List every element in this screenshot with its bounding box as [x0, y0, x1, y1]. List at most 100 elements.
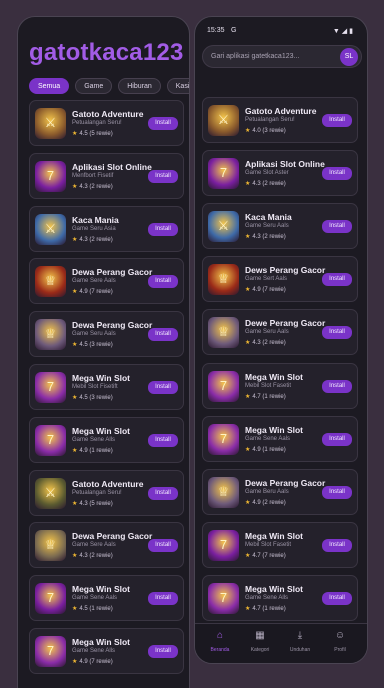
app-icon-thumbnail[interactable]: ♕ — [35, 266, 66, 298]
app-card[interactable]: 7 Mega Win Slot Game Sene Aals ★ 4.5 (1 rewi… — [29, 575, 184, 622]
grid-icon: ▦ — [255, 630, 265, 641]
app-card[interactable]: 7 Mega Win Slot Game Sene Alls ★ 4.7 (1 rewi… — [202, 574, 358, 621]
install-button[interactable]: Install — [148, 275, 178, 289]
app-icon-thumbnail[interactable]: ⚔ — [35, 108, 66, 139]
chip-hiburan[interactable]: Hiburan — [118, 78, 161, 94]
tab-unduhan[interactable]: ⤓ Unduhan — [281, 630, 319, 653]
rating-value: 4.3 — [79, 500, 88, 507]
app-card[interactable]: 7 Mega Win Slot Mebil Slot Fisetift ★ 4.5 (3… — [29, 364, 184, 410]
install-button[interactable]: Install — [148, 592, 178, 606]
app-subtitle: Game Seru Aals — [72, 331, 116, 338]
app-card[interactable]: ♕ Dewa Perang Gacor Game Beru Aals ★ 4.9 (2 … — [202, 468, 358, 515]
install-button[interactable]: Install — [322, 114, 352, 127]
app-card[interactable]: 7 Mega Win Slot Mebil Slot Fasetit ★ 4.7 (7 … — [202, 521, 358, 568]
app-icon-thumbnail[interactable]: 7 — [208, 158, 239, 190]
review-count: (7 rewie) — [89, 289, 113, 296]
app-card[interactable]: 7 Mega Win Slot Game Sene Alls ★ 4.9 (7 rewi… — [29, 628, 184, 674]
star-icon: ★ — [72, 342, 78, 349]
install-button[interactable]: Install — [148, 169, 178, 183]
rating-value: 4.7 — [252, 552, 261, 559]
app-icon-thumbnail[interactable]: 7 — [208, 370, 239, 402]
app-icon-thumbnail[interactable]: ⚔ — [35, 213, 66, 245]
install-button[interactable]: Install — [148, 117, 178, 130]
app-icon-thumbnail[interactable]: ⚔ — [208, 211, 239, 243]
app-icon-thumbnail[interactable]: ⚔ — [208, 105, 239, 136]
app-card[interactable]: ⚔ Gatoto Adventure Petualangan Seru! ★ 4.0 (… — [202, 97, 358, 143]
app-card[interactable]: ♕ Dewa Perang Gacor Game Seru Aals ★ 4.5 (3 … — [29, 311, 184, 358]
app-icon-thumbnail[interactable]: ♕ — [35, 530, 66, 562]
install-button[interactable]: Install — [322, 538, 352, 552]
app-subtitle: Game Sene Alls — [245, 594, 289, 601]
chip-semua[interactable]: Semua — [29, 78, 70, 94]
app-rating: ★ 4.0 (3 rewie) — [245, 127, 286, 134]
install-button[interactable]: Install — [148, 433, 178, 447]
app-card[interactable]: 7 Aplikasi Slot Online Game Slot Aster ★ 4.3… — [202, 150, 358, 197]
install-button[interactable]: Install — [148, 381, 178, 394]
install-button[interactable]: Install — [148, 539, 178, 553]
chip-game[interactable]: Game — [75, 78, 113, 94]
app-icon-thumbnail[interactable]: 7 — [208, 582, 239, 614]
install-button[interactable]: Install — [148, 222, 178, 236]
review-count: (2 rewie) — [262, 499, 286, 506]
app-subtitle: Mebil Slot Fasetit — [245, 382, 292, 389]
app-rating: ★ 4.9 (7 rewie) — [245, 286, 286, 293]
tab-beranda[interactable]: ⌂ Beranda — [201, 630, 239, 653]
app-icon-thumbnail[interactable]: 7 — [35, 424, 66, 456]
star-icon: ★ — [245, 552, 251, 559]
review-count: (1 rewie) — [262, 393, 286, 400]
app-card[interactable]: 7 Mega Win Slot Game Sene Aals ★ 4.9 (1 rewi… — [202, 415, 358, 462]
app-icon-thumbnail[interactable]: 7 — [35, 583, 66, 615]
rating-value: 4.7 — [252, 605, 261, 612]
avatar[interactable]: SL — [340, 48, 358, 66]
search-bar[interactable]: Gari aplikasi gatetkaca123... SL — [202, 45, 362, 68]
777-slot-icon: 7 — [46, 167, 55, 183]
review-count: (1 rewie) — [262, 605, 286, 612]
app-title: Kaca Mania — [72, 214, 119, 225]
app-card[interactable]: 7 Mega Win Slot Mebil Slot Fasetit ★ 4.7 (1 … — [202, 362, 358, 409]
install-button[interactable]: Install — [322, 273, 352, 287]
app-card[interactable]: 7 Mega Win Slot Game Sene Alls ★ 4.9 (1 rewi… — [29, 416, 184, 463]
app-icon-thumbnail[interactable]: 7 — [35, 636, 66, 667]
tab-label: Kategori — [250, 647, 270, 653]
777-slot-icon: 7 — [46, 590, 55, 606]
install-button[interactable]: Install — [322, 326, 352, 340]
777-slot-icon: 7 — [219, 589, 228, 605]
install-button[interactable]: Install — [148, 486, 178, 500]
app-card[interactable]: ⚔ Gatoto Adventure Petualangan Seru! ★ 4.5 (… — [29, 100, 184, 146]
app-icon-thumbnail[interactable]: ♕ — [35, 319, 66, 351]
install-button[interactable]: Install — [148, 328, 178, 342]
app-rating: ★ 4.5 (3 rewie) — [72, 341, 113, 348]
app-card[interactable]: ♕ Dewe Perang Gacor Game Seru Aals ★ 4.3 (2 … — [202, 309, 358, 356]
star-icon: ★ — [245, 128, 251, 134]
install-button[interactable]: Install — [322, 379, 352, 393]
install-button[interactable]: Install — [148, 645, 178, 658]
app-card[interactable]: 7 Aplikasi Slot Online Menfbort Fisetif ★ 4.… — [29, 152, 184, 199]
app-icon-thumbnail[interactable]: ♕ — [208, 476, 239, 508]
chip-kasino[interactable]: Kasino — [166, 78, 189, 94]
app-card[interactable]: ♕ Dewa Perang Gacor Game Sere Aals ★ 4.3 (2 … — [29, 522, 184, 569]
app-card[interactable]: ♕ Dewa Perang Gacor Game Sere Aals ★ 4.9 (7 … — [29, 258, 184, 305]
tab-profil[interactable]: ☺ Profil — [321, 630, 359, 653]
app-card[interactable]: ⚔ Kaca Mania Game Seru Aals ★ 4.3 (2 rewie) I… — [202, 203, 358, 250]
app-icon-thumbnail[interactable]: ♕ — [208, 264, 239, 296]
search-input[interactable]: Gari aplikasi gatetkaca123... — [211, 53, 299, 60]
install-button[interactable]: Install — [322, 220, 352, 234]
app-card[interactable]: ⚔ Gatoto Adventure Petualangan Seru! ★ 4.3 (… — [29, 469, 184, 516]
app-title: Mega Win Slot — [72, 425, 131, 436]
install-button[interactable]: Install — [322, 167, 352, 181]
install-button[interactable]: Install — [322, 591, 352, 605]
app-card[interactable]: ♕ Dews Perang Gacor Game Sert Aals ★ 4.9 (7 … — [202, 256, 358, 303]
app-icon-thumbnail[interactable]: 7 — [35, 372, 66, 403]
tab-label: Unduhan — [289, 647, 311, 653]
star-icon: ★ — [245, 605, 251, 612]
review-count: (2 rewie) — [262, 234, 286, 241]
install-button[interactable]: Install — [322, 432, 352, 446]
app-card[interactable]: ⚔ Kaca Mania Game Seru Asia ★ 4.3 (2 rewie) I… — [29, 205, 184, 252]
app-icon-thumbnail[interactable]: 7 — [35, 160, 66, 192]
app-icon-thumbnail[interactable]: ♕ — [208, 317, 239, 349]
install-button[interactable]: Install — [322, 485, 352, 499]
app-icon-thumbnail[interactable]: 7 — [208, 423, 239, 455]
app-icon-thumbnail[interactable]: ⚔ — [35, 477, 66, 509]
app-icon-thumbnail[interactable]: 7 — [208, 529, 239, 561]
tab-kategori[interactable]: ▦ Kategori — [241, 630, 279, 653]
